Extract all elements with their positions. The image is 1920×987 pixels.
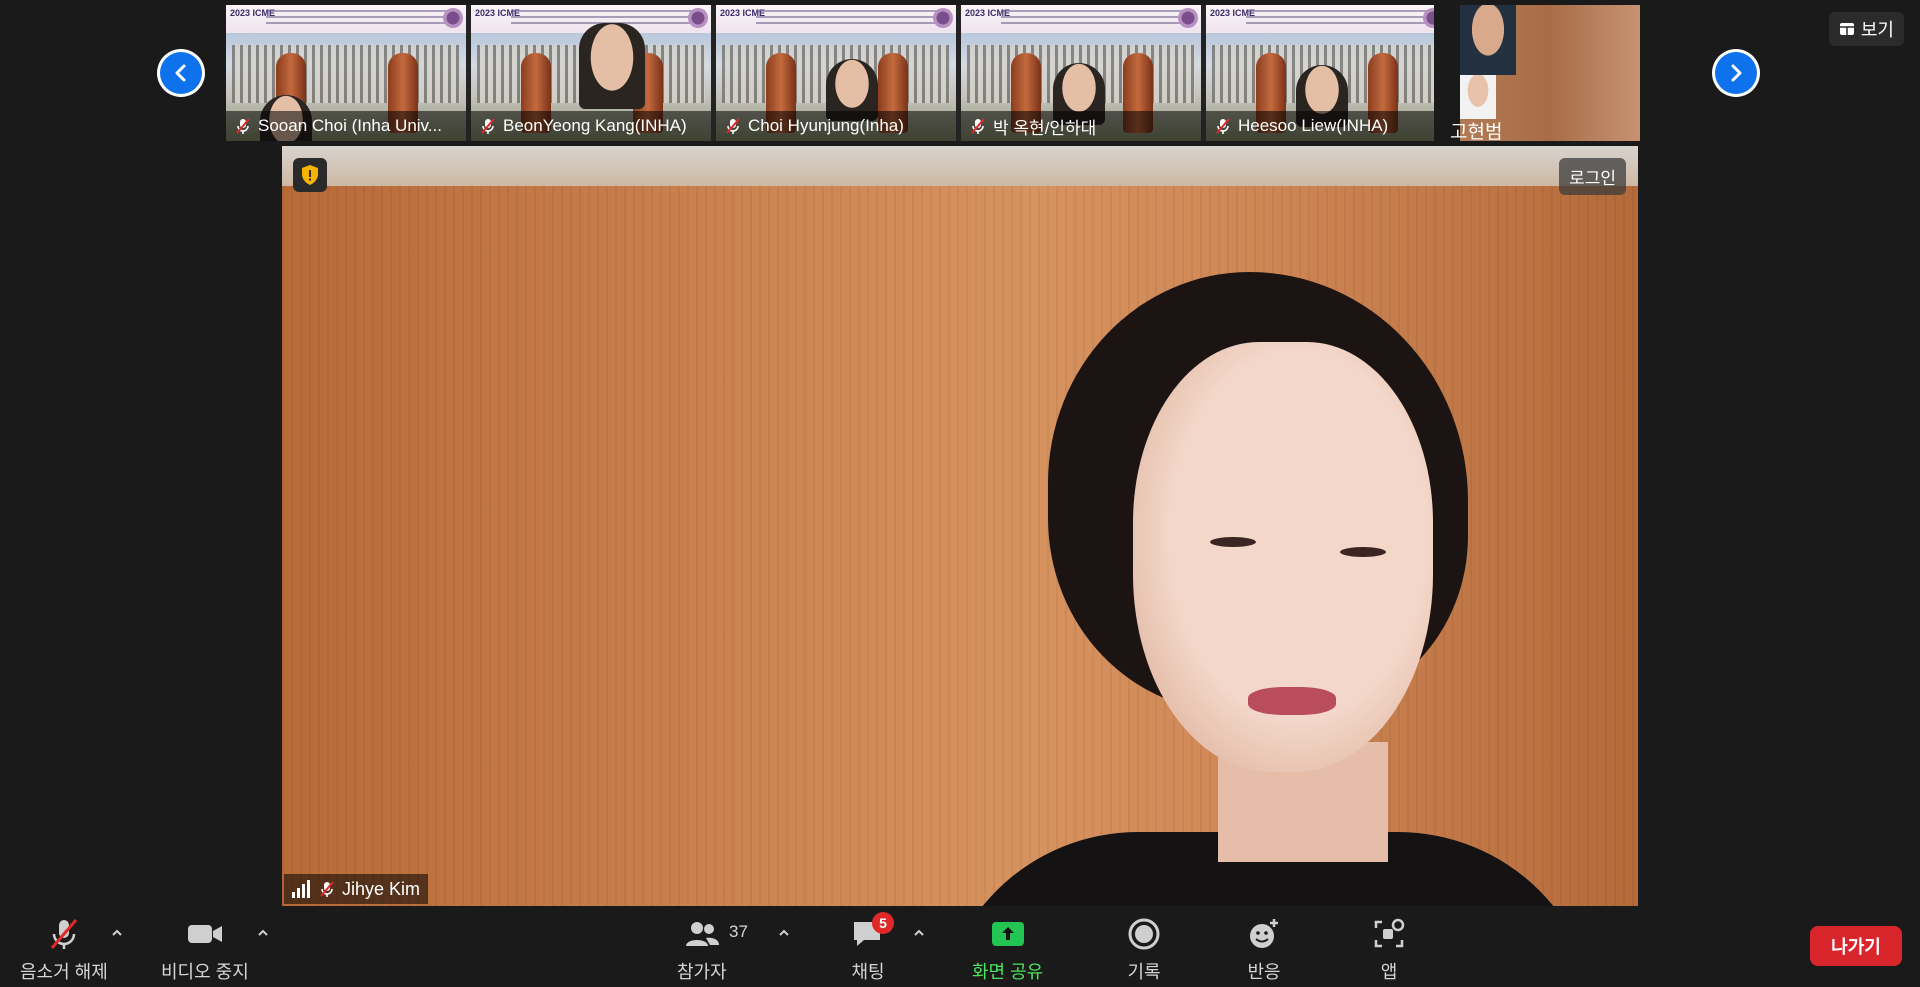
speaker-name: Jihye Kim: [342, 878, 421, 899]
smile-plus-icon: [1246, 916, 1282, 952]
mic-muted-icon: [726, 118, 740, 134]
login-button[interactable]: 로그인: [1559, 158, 1626, 195]
mic-muted-icon: [320, 881, 334, 897]
participant-video: [579, 23, 645, 109]
grid-view-icon: [1839, 23, 1854, 35]
participant-thumbnail[interactable]: 2023 ICME BeonYeong Kang(INHA): [471, 5, 711, 141]
conference-seal-icon: [1178, 8, 1198, 28]
chevron-left-icon: [160, 52, 202, 94]
thumbnail-row: 2023 ICME Sooan Choi (Inha Univ... 2023 …: [226, 5, 1692, 143]
record-icon: [1126, 916, 1162, 952]
chat-button[interactable]: 5 채팅: [850, 912, 894, 984]
record-label: 기록: [1127, 962, 1161, 982]
connection-signal-icon: [292, 880, 310, 898]
chevron-up-icon[interactable]: [110, 926, 124, 940]
share-screen-icon: [989, 916, 1027, 952]
participants-label: 참가자: [677, 962, 727, 982]
speaker-figure: [938, 272, 1598, 906]
participant-thumbnail[interactable]: 2023 ICME Choi Hyunjung(Inha): [716, 5, 956, 141]
reactions-button[interactable]: 반응: [1246, 916, 1282, 984]
mic-muted-icon: [236, 118, 250, 134]
record-button[interactable]: 기록: [1126, 916, 1162, 984]
chat-bubble-icon: 5: [850, 912, 894, 952]
next-page-button[interactable]: [1712, 49, 1760, 97]
mic-muted-icon: [46, 916, 82, 952]
participant-name-bar: Heesoo Liew(INHA): [1206, 111, 1446, 141]
participant-thumbnail[interactable]: 2023 ICME 박 옥현/인하대: [961, 5, 1201, 141]
share-screen-label: 화면 공유: [972, 962, 1044, 982]
mic-muted-icon: [481, 118, 495, 134]
chevron-up-icon[interactable]: [777, 926, 791, 940]
participant-strip: 2023 ICME Sooan Choi (Inha Univ... 2023 …: [0, 0, 1920, 144]
reactions-label: 반응: [1247, 962, 1281, 982]
participant-name-bar: Choi Hyunjung(Inha): [716, 111, 956, 141]
view-button[interactable]: 보기: [1828, 12, 1904, 46]
leave-meeting-button[interactable]: 나가기: [1810, 926, 1902, 966]
chevron-up-icon[interactable]: [256, 926, 270, 940]
participant-thumbnail[interactable]: 2023 ICME Sooan Choi (Inha Univ...: [226, 5, 466, 141]
active-speaker-video: 로그인 Jihye Kim: [282, 146, 1638, 906]
participant-name-bar: 박 옥현/인하대: [961, 111, 1201, 141]
stop-video-button[interactable]: 비디오 중지: [161, 916, 249, 984]
conference-seal-icon: [933, 8, 953, 28]
zoom-meeting-window: 2023 ICME Sooan Choi (Inha Univ... 2023 …: [0, 0, 1920, 987]
conference-seal-icon: [443, 8, 463, 28]
chevron-up-icon[interactable]: [912, 926, 926, 940]
unmute-label: 음소거 해제: [20, 962, 108, 982]
participants-icon: [682, 916, 722, 952]
participant-name-bar: Sooan Choi (Inha Univ...: [226, 111, 466, 141]
participants-button[interactable]: 참가자: [677, 916, 727, 984]
speaker-name-bar: Jihye Kim: [284, 874, 429, 904]
participant-thumbnail[interactable]: 고현범: [1434, 5, 1692, 143]
unmute-button[interactable]: 음소거 해제: [20, 916, 108, 984]
participant-name: Choi Hyunjung(Inha): [748, 116, 904, 135]
share-screen-button[interactable]: 화면 공유: [972, 916, 1043, 984]
mic-muted-icon: [1216, 118, 1230, 134]
mic-muted-icon: [971, 118, 985, 134]
apps-label: 앱: [1380, 962, 1398, 982]
chevron-right-icon: [1715, 52, 1757, 94]
security-shield-icon[interactable]: [293, 158, 327, 192]
meeting-toolbar: 음소거 해제 비디오 중지 참가자 37 5 채팅 화면 공유 기록 반응 앱 …: [0, 906, 1920, 987]
video-camera-icon: [185, 916, 225, 952]
participant-name: Heesoo Liew(INHA): [1238, 116, 1389, 135]
participant-name: Sooan Choi (Inha Univ...: [258, 116, 442, 135]
apps-icon: [1372, 916, 1406, 952]
participants-count: 37: [729, 922, 748, 941]
previous-page-button[interactable]: [157, 49, 205, 97]
participant-name: BeonYeong Kang(INHA): [503, 116, 687, 135]
chat-label: 채팅: [851, 962, 885, 982]
participant-name: 고현범: [1450, 122, 1503, 143]
view-label: 보기: [1860, 20, 1894, 40]
participant-thumbnail[interactable]: 2023 ICME Heesoo Liew(INHA): [1206, 5, 1446, 141]
participant-name: 박 옥현/인하대: [993, 118, 1097, 138]
apps-button[interactable]: 앱: [1372, 916, 1406, 984]
conference-seal-icon: [688, 8, 708, 28]
stop-video-label: 비디오 중지: [161, 962, 249, 982]
chat-unread-badge: 5: [872, 912, 894, 934]
participant-name-bar: BeonYeong Kang(INHA): [471, 111, 711, 141]
